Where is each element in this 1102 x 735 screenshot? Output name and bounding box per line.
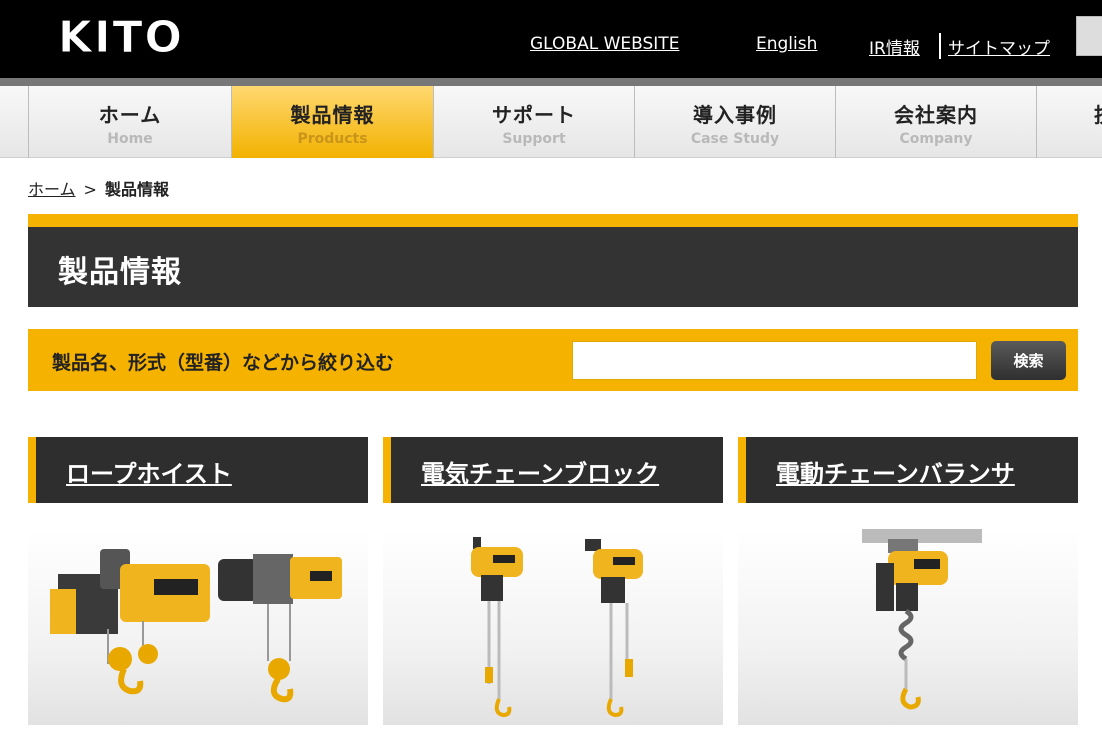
nav-label-jp: 技 <box>1094 99 1102 128</box>
product-card-header: 電動チェーンバランサ <box>738 437 1078 503</box>
main-nav: ホーム Home 製品情報 Products サポート Support 導入事例… <box>0 86 1102 158</box>
filter-input[interactable] <box>572 341 977 380</box>
nav-label-jp: サポート <box>492 103 576 127</box>
rope-hoist-image[interactable] <box>28 529 368 725</box>
breadcrumb-home-link[interactable]: ホーム <box>28 180 76 199</box>
nav-item-home[interactable]: ホーム Home <box>28 86 231 158</box>
product-card-header: ロープホイスト <box>28 437 368 503</box>
breadcrumb: ホーム > 製品情報 <box>28 176 169 200</box>
chain-balancer-icon <box>862 529 982 710</box>
nav-label-jp: 会社案内 <box>894 103 978 127</box>
sitemap-link[interactable]: サイトマップ <box>948 34 1050 59</box>
product-title-link[interactable]: 電動チェーンバランサ <box>776 454 1015 489</box>
link-separator <box>939 33 941 59</box>
rope-hoist-icon <box>50 549 342 703</box>
product-card-rope-hoist[interactable]: ロープホイスト <box>28 437 368 725</box>
svg-text:KITO: KITO <box>58 19 184 57</box>
nav-item-support[interactable]: サポート Support <box>433 86 634 158</box>
nav-label-en: Company <box>899 131 973 147</box>
global-website-link[interactable]: GLOBAL WEBSITE <box>530 34 679 54</box>
nav-item-company[interactable]: 会社案内 Company <box>835 86 1036 158</box>
nav-label-jp: 導入事例 <box>693 103 777 127</box>
breadcrumb-separator: > <box>83 180 97 199</box>
product-card-chain-balancer[interactable]: 電動チェーンバランサ <box>738 437 1078 725</box>
nav-label-en: Home <box>107 131 153 147</box>
nav-label-jp: 製品情報 <box>290 103 375 127</box>
product-card-electric-chain-hoist[interactable]: 電気チェーンブロック <box>383 437 723 725</box>
kito-logo[interactable]: KITO <box>27 19 215 57</box>
top-header: KITO GLOBAL WEBSITE English IR情報 サイトマップ <box>0 0 1102 78</box>
nav-label-jp: ホーム <box>98 103 162 127</box>
nav-item-products[interactable]: 製品情報 Products <box>231 86 433 158</box>
chain-balancer-image[interactable] <box>738 529 1078 725</box>
ir-info-link[interactable]: IR情報 <box>869 34 920 59</box>
product-card-header: 電気チェーンブロック <box>383 437 723 503</box>
nav-label-en: Products <box>297 131 368 147</box>
electric-chain-hoist-icon <box>471 537 643 718</box>
nav-item-case-study[interactable]: 導入事例 Case Study <box>634 86 835 158</box>
product-filter-bar: 製品名、形式（型番）などから絞り込む 検索 <box>28 329 1078 391</box>
header-search-box[interactable] <box>1076 16 1102 56</box>
english-link[interactable]: English <box>756 34 817 54</box>
search-button[interactable]: 検索 <box>991 341 1066 380</box>
filter-label: 製品名、形式（型番）などから絞り込む <box>52 352 395 374</box>
header-strip <box>0 78 1102 86</box>
nav-label-en: Case Study <box>690 131 780 147</box>
nav-item-technology[interactable]: 技 <box>1036 86 1102 158</box>
electric-chain-hoist-image[interactable] <box>383 529 723 725</box>
page-title: 製品情報 <box>58 255 182 290</box>
product-title-link[interactable]: ロープホイスト <box>66 454 232 489</box>
product-title-link[interactable]: 電気チェーンブロック <box>421 454 659 489</box>
nav-label-en: Support <box>502 131 566 147</box>
breadcrumb-current: 製品情報 <box>104 180 169 199</box>
page-title-band: 製品情報 <box>28 214 1078 307</box>
